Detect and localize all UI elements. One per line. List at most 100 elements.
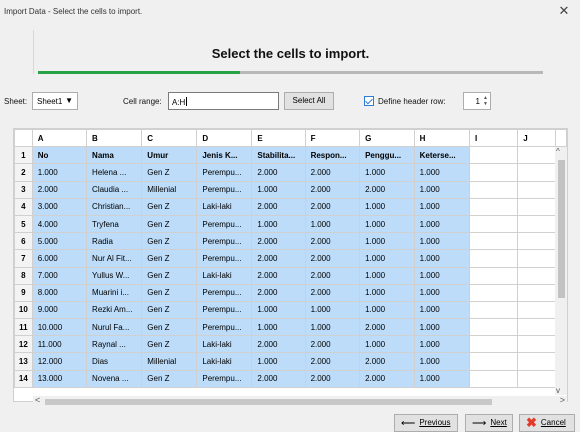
selected-cell[interactable]: 2.000 xyxy=(304,232,361,251)
selected-cell[interactable]: 1.000 xyxy=(413,335,471,354)
column-header[interactable]: G xyxy=(359,129,415,148)
grid-cell[interactable] xyxy=(517,318,556,337)
selected-cell[interactable]: 1.000 xyxy=(304,318,361,337)
selected-cell[interactable]: 2.000 xyxy=(251,163,306,182)
selected-cell[interactable]: Umur xyxy=(141,146,198,165)
selected-cell[interactable]: 1.000 xyxy=(413,180,471,199)
horizontal-scroll-thumb[interactable] xyxy=(45,399,492,405)
selected-cell[interactable]: Nama xyxy=(86,146,143,165)
selected-cell[interactable]: Christian... xyxy=(86,197,143,216)
selected-cell[interactable]: 1.000 xyxy=(359,300,415,320)
selected-cell[interactable]: Gen Z xyxy=(141,335,198,354)
selected-cell[interactable]: Millenial xyxy=(141,180,198,199)
selected-cell[interactable]: No xyxy=(31,146,88,165)
selected-cell[interactable]: 3.000 xyxy=(31,197,88,216)
selected-cell[interactable]: Keterse... xyxy=(413,146,471,165)
selected-cell[interactable]: Novena ... xyxy=(86,369,143,388)
selected-cell[interactable]: 2.000 xyxy=(304,283,361,302)
row-number[interactable]: 7 xyxy=(14,249,33,268)
grid-cell[interactable] xyxy=(517,352,556,371)
selected-cell[interactable]: Laki-laki xyxy=(196,197,253,216)
select-all-button[interactable]: Select All xyxy=(284,92,334,110)
column-header[interactable]: C xyxy=(141,129,198,148)
grid-cell[interactable] xyxy=(517,180,556,199)
selected-cell[interactable]: Radia xyxy=(86,232,143,251)
column-header[interactable]: B xyxy=(86,129,143,148)
grid-cell[interactable] xyxy=(468,352,519,371)
selected-cell[interactable]: 2.000 xyxy=(359,369,415,388)
grid-cell[interactable] xyxy=(468,163,519,182)
column-header[interactable]: E xyxy=(251,129,306,148)
selected-cell[interactable]: Gen Z xyxy=(141,197,198,216)
selected-cell[interactable]: Dias xyxy=(86,352,143,371)
selected-cell[interactable]: Gen Z xyxy=(141,163,198,182)
grid-cell[interactable] xyxy=(517,266,556,285)
selected-cell[interactable]: Nur Al Fit... xyxy=(86,249,143,268)
selected-cell[interactable]: 1.000 xyxy=(359,335,415,354)
selected-cell[interactable]: 2.000 xyxy=(31,180,88,199)
cancel-button[interactable]: ✖ Cancel xyxy=(519,414,575,432)
selected-cell[interactable]: 1.000 xyxy=(304,300,361,320)
selected-cell[interactable]: 1.000 xyxy=(413,283,471,302)
selected-cell[interactable]: 10.000 xyxy=(31,318,88,337)
selected-cell[interactable]: 2.000 xyxy=(304,163,361,182)
selected-cell[interactable]: 2.000 xyxy=(251,232,306,251)
selected-cell[interactable]: Tryfena xyxy=(86,214,143,234)
grid-cell[interactable] xyxy=(468,300,519,320)
selected-cell[interactable]: Laki-laki xyxy=(196,266,253,285)
grid-cell[interactable] xyxy=(468,266,519,285)
selected-cell[interactable]: 1.000 xyxy=(359,163,415,182)
selected-cell[interactable]: 2.000 xyxy=(304,197,361,216)
scroll-up-icon[interactable]: ^ xyxy=(556,147,560,156)
row-number[interactable]: 1 xyxy=(14,146,33,165)
selected-cell[interactable]: 1.000 xyxy=(413,232,471,251)
selected-cell[interactable]: 2.000 xyxy=(251,266,306,285)
selected-cell[interactable]: Penggu... xyxy=(359,146,415,165)
vertical-scrollbar[interactable]: ^ v xyxy=(555,147,567,395)
selected-cell[interactable]: Gen Z xyxy=(141,214,198,234)
selected-cell[interactable]: 1.000 xyxy=(413,163,471,182)
scroll-left-icon[interactable]: < xyxy=(35,395,40,405)
selected-cell[interactable]: 2.000 xyxy=(304,249,361,268)
column-header[interactable]: J xyxy=(517,129,556,148)
header-row-spinner[interactable]: 1 ▲ ▼ xyxy=(463,92,491,110)
selected-cell[interactable]: Gen Z xyxy=(141,369,198,388)
selected-cell[interactable]: 1.000 xyxy=(359,214,415,234)
selected-cell[interactable]: 8.000 xyxy=(31,283,88,302)
selected-cell[interactable]: 2.000 xyxy=(304,180,361,199)
row-number[interactable]: 10 xyxy=(14,300,33,320)
selected-cell[interactable]: 1.000 xyxy=(31,163,88,182)
selected-cell[interactable]: 11.000 xyxy=(31,335,88,354)
cell-range-input[interactable]: A:H xyxy=(168,92,279,110)
selected-cell[interactable]: Rezki Am... xyxy=(86,300,143,320)
selected-cell[interactable]: 1.000 xyxy=(413,369,471,388)
selected-cell[interactable]: 1.000 xyxy=(413,266,471,285)
selected-cell[interactable]: Laki-laki xyxy=(196,335,253,354)
row-number[interactable]: 11 xyxy=(14,318,33,337)
row-number[interactable]: 8 xyxy=(14,266,33,285)
selected-cell[interactable]: Jenis K... xyxy=(196,146,253,165)
row-number[interactable]: 12 xyxy=(14,335,33,354)
selected-cell[interactable]: 6.000 xyxy=(31,249,88,268)
selected-cell[interactable]: Gen Z xyxy=(141,232,198,251)
row-number[interactable]: 2 xyxy=(14,163,33,182)
selected-cell[interactable]: 2.000 xyxy=(359,352,415,371)
selected-cell[interactable]: 2.000 xyxy=(251,335,306,354)
selected-cell[interactable]: Gen Z xyxy=(141,300,198,320)
selected-cell[interactable]: Gen Z xyxy=(141,249,198,268)
selected-cell[interactable]: 2.000 xyxy=(359,318,415,337)
selected-cell[interactable]: 1.000 xyxy=(413,300,471,320)
grid-cell[interactable] xyxy=(468,214,519,234)
scroll-down-icon[interactable]: v xyxy=(556,386,560,395)
row-number[interactable]: 14 xyxy=(14,369,33,388)
selected-cell[interactable]: Millenial xyxy=(141,352,198,371)
grid-cell[interactable] xyxy=(517,232,556,251)
column-header[interactable]: D xyxy=(196,129,253,148)
grid-cell[interactable] xyxy=(468,180,519,199)
sheet-select[interactable]: Sheet1 ▼ xyxy=(32,92,78,110)
selected-cell[interactable]: 2.000 xyxy=(359,180,415,199)
selected-cell[interactable]: 1.000 xyxy=(251,352,306,371)
selected-cell[interactable]: Helena ... xyxy=(86,163,143,182)
selected-cell[interactable]: 2.000 xyxy=(251,369,306,388)
selected-cell[interactable]: Gen Z xyxy=(141,318,198,337)
